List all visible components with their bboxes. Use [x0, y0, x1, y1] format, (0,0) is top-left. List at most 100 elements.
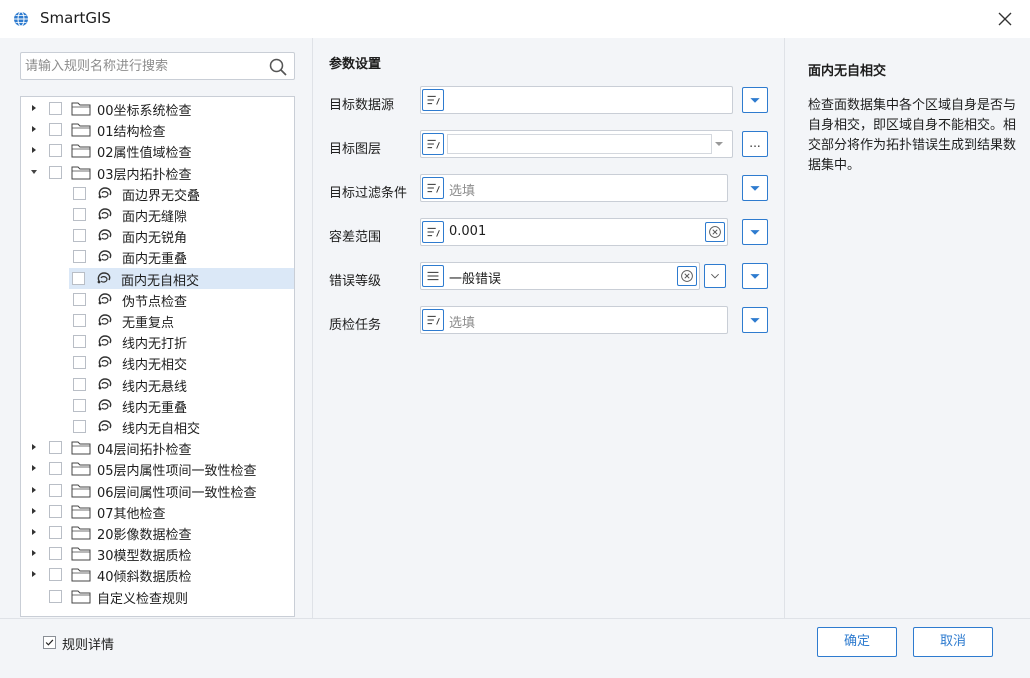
- field-edit-icon[interactable]: [422, 309, 444, 331]
- expand-right-icon[interactable]: [29, 124, 39, 134]
- rule-checkbox[interactable]: [73, 398, 86, 412]
- rule-checkbox[interactable]: [73, 377, 86, 391]
- rule-detail-checkbox[interactable]: [43, 636, 56, 649]
- tree-folder-row[interactable]: 30模型数据质检: [21, 543, 294, 564]
- qc-task-dropdown-icon[interactable]: [742, 307, 768, 333]
- tree-rule-row[interactable]: 线内无打折: [21, 331, 294, 352]
- field-edit-icon[interactable]: [422, 177, 444, 199]
- rule-checkbox[interactable]: [73, 356, 86, 370]
- tree-rule-row[interactable]: 伪节点检查: [21, 289, 294, 310]
- chevron-down-icon[interactable]: [714, 140, 724, 148]
- rule-checkbox[interactable]: [49, 462, 62, 476]
- tree-folder-row[interactable]: 04层间拓扑检查: [21, 437, 294, 458]
- rule-checkbox[interactable]: [73, 250, 86, 264]
- expand-right-icon[interactable]: [29, 485, 39, 495]
- target-datasource-field[interactable]: [420, 86, 733, 114]
- tree-folder-row[interactable]: 05层内属性项间一致性检查: [21, 458, 294, 479]
- rule-checkbox[interactable]: [49, 568, 62, 582]
- rule-checkbox[interactable]: [49, 102, 62, 115]
- rule-checkbox[interactable]: [73, 208, 86, 221]
- error-level-dropdown-icon[interactable]: [742, 263, 768, 289]
- tree-rule-row[interactable]: 面内无锐角: [21, 225, 294, 246]
- field-edit-icon[interactable]: [422, 89, 444, 111]
- rule-checkbox[interactable]: [49, 589, 62, 603]
- search-input[interactable]: [25, 56, 260, 76]
- field-list-icon[interactable]: [422, 265, 444, 287]
- tree-folder-row[interactable]: 06层间属性项间一致性检查: [21, 480, 294, 501]
- expand-down-icon[interactable]: [29, 167, 39, 177]
- folder-icon: [71, 568, 91, 582]
- tree-rule-row[interactable]: 线内无重叠: [21, 395, 294, 416]
- field-label-error-level: 错误等级: [329, 274, 382, 289]
- rule-checkbox[interactable]: [49, 123, 62, 137]
- target-layer-select[interactable]: [447, 134, 712, 154]
- expand-right-icon[interactable]: [29, 506, 39, 516]
- expand-right-icon[interactable]: [29, 527, 39, 537]
- clear-icon[interactable]: [677, 266, 697, 286]
- expand-right-icon[interactable]: [29, 569, 39, 579]
- rule-checkbox[interactable]: [73, 314, 86, 327]
- tolerance-field[interactable]: 0.001: [420, 218, 728, 246]
- tree-folder-row[interactable]: 01结构检查: [21, 119, 294, 140]
- field-edit-icon[interactable]: [422, 221, 444, 243]
- rule-checkbox[interactable]: [73, 186, 86, 200]
- rule-checkbox[interactable]: [73, 420, 86, 433]
- tree-folder-row[interactable]: 00坐标系统检查: [21, 98, 294, 119]
- tree-rule-row[interactable]: 面内无重叠: [21, 246, 294, 267]
- tree-folder-row[interactable]: 07其他检查: [21, 501, 294, 522]
- clear-icon[interactable]: [705, 222, 725, 242]
- expand-right-icon[interactable]: [29, 103, 39, 113]
- rule-checkbox[interactable]: [73, 292, 86, 306]
- tree-folder-row[interactable]: 03层内拓扑检查: [21, 162, 294, 183]
- tree-rule-row[interactable]: 面边界无交叠: [21, 183, 294, 204]
- expand-right-icon[interactable]: [29, 145, 39, 155]
- topology-rule-icon: [98, 187, 112, 199]
- close-icon[interactable]: [994, 8, 1016, 30]
- topology-rule-icon: [98, 314, 112, 326]
- tree-rule-row[interactable]: 面内无自相交: [69, 267, 294, 289]
- tree-item-label: 伪节点检查: [122, 294, 188, 310]
- tree-folder-row[interactable]: 自定义检查规则: [21, 586, 294, 607]
- tree-rule-row[interactable]: 无重复点: [21, 310, 294, 331]
- folder-icon: [71, 526, 91, 540]
- rule-checkbox[interactable]: [72, 271, 85, 285]
- target-layer-field[interactable]: [420, 130, 733, 158]
- tree-rule-row[interactable]: 面内无缝隙: [21, 204, 294, 225]
- tree-folder-row[interactable]: 40倾斜数据质检: [21, 564, 294, 585]
- tree-folder-row[interactable]: 20影像数据检查: [21, 522, 294, 543]
- rule-tree-panel: 00坐标系统检查 01结构检查 02属性值域检查 03层内拓扑检查面边界无交叠面内无缝…: [0, 38, 312, 618]
- tree-folder-row[interactable]: 02属性值域检查: [21, 140, 294, 161]
- rule-tree: 00坐标系统检查 01结构检查 02属性值域检查 03层内拓扑检查 面边界无交叠 面内无缝…: [20, 96, 295, 617]
- rule-checkbox[interactable]: [49, 441, 62, 455]
- tree-rule-row[interactable]: 线内无相交: [21, 352, 294, 373]
- field-label-filter: 目标过滤条件: [329, 186, 408, 201]
- confirm-button[interactable]: 确定: [817, 627, 897, 657]
- filter-dropdown-icon[interactable]: [742, 175, 768, 201]
- expand-right-icon[interactable]: [29, 442, 39, 452]
- tree-rule-row[interactable]: 线内无自相交: [21, 416, 294, 437]
- filter-field[interactable]: 选填: [420, 174, 728, 202]
- rule-checkbox[interactable]: [73, 335, 86, 349]
- description-text: 检查面数据集中各个区域自身是否与自身相交，即区域自身不能相交。相交部分将作为拓扑…: [808, 98, 1017, 173]
- description-title: 面内无自相交: [808, 64, 887, 79]
- expand-right-icon[interactable]: [29, 463, 39, 473]
- target-layer-browse-button[interactable]: ...: [742, 131, 768, 157]
- rule-checkbox[interactable]: [49, 483, 62, 497]
- tree-rule-row[interactable]: 线内无悬线: [21, 374, 294, 395]
- rule-checkbox[interactable]: [49, 144, 62, 158]
- target-datasource-dropdown-icon[interactable]: [742, 87, 768, 113]
- search-icon[interactable]: [268, 57, 288, 77]
- field-edit-icon[interactable]: [422, 133, 444, 155]
- chevron-down-icon[interactable]: [704, 264, 726, 288]
- error-level-field[interactable]: 一般错误: [420, 262, 700, 290]
- rule-checkbox[interactable]: [49, 165, 62, 179]
- rule-checkbox[interactable]: [73, 229, 86, 243]
- qc-task-field[interactable]: 选填: [420, 306, 728, 334]
- tree-item-label: 线内无打折: [122, 337, 188, 353]
- rule-checkbox[interactable]: [49, 526, 62, 539]
- expand-right-icon[interactable]: [29, 548, 39, 558]
- cancel-button[interactable]: 取消: [913, 627, 993, 657]
- rule-checkbox[interactable]: [49, 504, 62, 518]
- tolerance-dropdown-icon[interactable]: [742, 219, 768, 245]
- rule-checkbox[interactable]: [49, 547, 62, 561]
